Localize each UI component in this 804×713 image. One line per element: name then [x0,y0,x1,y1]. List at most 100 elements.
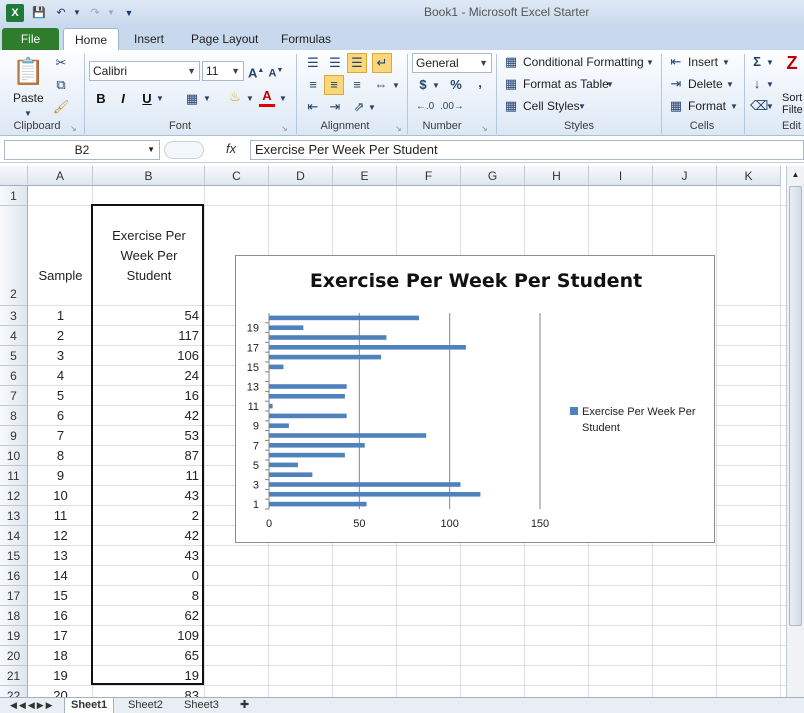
insert-cells-button[interactable]: Insert [688,55,718,69]
fill-color-dropdown-icon[interactable]: ▼ [246,90,254,108]
undo-dropdown-icon[interactable]: ▼ [68,4,86,22]
formula-input[interactable]: Exercise Per Week Per Student [250,140,804,160]
number-launcher-icon[interactable]: ↘ [481,120,488,138]
row-header-18[interactable]: 18 [0,606,28,626]
sheet-tab-2[interactable]: Sheet2 [122,698,169,713]
insert-cells-icon[interactable]: ⇤ [668,53,684,71]
fill-color-icon[interactable]: ♨ [226,88,244,106]
alignment-launcher-icon[interactable]: ↘ [395,120,402,138]
conditional-formatting-icon[interactable]: ▦ [503,53,519,71]
currency-dropdown-icon[interactable]: ▼ [432,77,440,95]
percent-button[interactable]: % [448,76,464,94]
font-color-dropdown-icon[interactable]: ▼ [279,90,287,108]
redo-dropdown-icon[interactable]: ▼ [102,4,120,22]
row-header-11[interactable]: 11 [0,466,28,486]
excel-logo-icon[interactable]: X [6,4,24,22]
tab-file[interactable]: File [2,28,59,50]
decrease-indent-icon[interactable]: ⇤ [304,98,322,116]
cell-sample[interactable]: 19 [28,666,93,686]
cell-styles-icon[interactable]: ▦ [503,97,519,115]
font-size-select[interactable]: 11 ▼ [202,61,244,81]
cell-sample[interactable]: 5 [28,386,93,406]
chevron-down-icon[interactable]: ▼ [147,141,155,159]
chevron-down-icon[interactable]: ▼ [730,98,738,116]
cell-sample[interactable]: 15 [28,586,93,606]
merge-dropdown-icon[interactable]: ▼ [392,77,400,95]
clear-dropdown-icon[interactable]: ▼ [766,98,774,116]
row-header-22[interactable]: 22 [0,686,28,697]
currency-button[interactable]: $ [416,76,430,94]
autosum-dropdown-icon[interactable]: ▼ [766,54,774,72]
cell-a2-sample-header[interactable]: Sample [28,266,93,286]
select-all-button[interactable] [0,166,28,186]
autosum-icon[interactable]: Σ [750,53,764,71]
row-header-5[interactable]: 5 [0,346,28,366]
merge-center-icon[interactable]: ⇔ [372,76,390,94]
save-icon[interactable]: 💾 [30,4,48,22]
row-header-1[interactable]: 1 [0,186,28,206]
cell-sample[interactable]: 17 [28,626,93,646]
insert-sheet-icon[interactable]: ✚ [234,698,255,713]
chevron-down-icon[interactable]: ▼ [726,76,734,94]
underline-button[interactable]: U [140,90,154,108]
increase-indent-icon[interactable]: ⇥ [326,98,344,116]
orientation-icon[interactable]: ⇗ [350,98,368,116]
customize-toolbar-icon[interactable]: ▼ [120,4,138,22]
align-right-icon[interactable]: ≡ [348,76,366,94]
conditional-formatting-button[interactable]: Conditional Formatting [523,55,644,69]
row-header-17[interactable]: 17 [0,586,28,606]
align-center-icon[interactable]: ≡ [324,75,344,95]
column-header-a[interactable]: A [28,166,93,186]
borders-icon[interactable]: ▦ [184,90,200,108]
shrink-font-icon[interactable]: A▼ [268,62,284,83]
font-name-select[interactable]: Calibri ▼ [89,61,200,81]
align-middle-icon[interactable]: ☰ [326,54,344,72]
align-top-icon[interactable]: ☰ [304,54,322,72]
chevron-down-icon[interactable]: ▼ [646,54,654,72]
increase-decimal-icon[interactable]: ←.0 [414,98,436,116]
row-header-8[interactable]: 8 [0,406,28,426]
font-color-icon[interactable]: A [259,88,275,107]
tab-insert[interactable]: Insert [124,28,174,50]
cell-sample[interactable]: 3 [28,346,93,366]
cell-sample[interactable]: 16 [28,606,93,626]
borders-dropdown-icon[interactable]: ▼ [203,90,211,108]
number-format-select[interactable]: General ▼ [412,53,492,73]
cell-sample[interactable]: 7 [28,426,93,446]
row-header-13[interactable]: 13 [0,506,28,526]
row-header-20[interactable]: 20 [0,646,28,666]
row-header-12[interactable]: 12 [0,486,28,506]
paste-button[interactable]: Paste [13,91,44,105]
row-header-14[interactable]: 14 [0,526,28,546]
row-header-21[interactable]: 21 [0,666,28,686]
format-painter-icon[interactable]: 🖌 [52,98,70,116]
sort-filter-icon[interactable]: Z [782,54,802,72]
tab-home[interactable]: Home [63,28,119,50]
cell-sample[interactable]: 14 [28,566,93,586]
tab-page-layout[interactable]: Page Layout [181,28,268,50]
row-header-4[interactable]: 4 [0,326,28,346]
orientation-dropdown-icon[interactable]: ▼ [368,99,376,117]
comma-button[interactable]: , [474,74,486,92]
chevron-down-icon[interactable]: ▼ [578,98,586,116]
formula-bar-resize-handle[interactable] [164,141,204,159]
delete-cells-button[interactable]: Delete [688,77,723,91]
row-header-2[interactable]: 2 [0,206,28,306]
name-box[interactable]: B2 ▼ [4,140,160,160]
align-bottom-icon[interactable]: ☰ [347,53,367,73]
column-header-j[interactable]: J [653,166,717,186]
fill-dropdown-icon[interactable]: ▼ [766,76,774,94]
cut-icon[interactable]: ✂ [52,54,70,72]
format-cells-button[interactable]: Format [688,99,726,113]
sheet-tab-3[interactable]: Sheet3 [178,698,225,713]
tab-formulas[interactable]: Formulas [271,28,341,50]
cell-sample[interactable]: 6 [28,406,93,426]
format-as-table-button[interactable]: Format as Table [523,77,609,91]
row-header-9[interactable]: 9 [0,426,28,446]
sort-label[interactable]: Sort [782,92,802,104]
row-header-3[interactable]: 3 [0,306,28,326]
cell-sample[interactable]: 2 [28,326,93,346]
cell-sample[interactable]: 11 [28,506,93,526]
insert-function-icon[interactable]: fx [226,141,236,156]
cell-sample[interactable]: 12 [28,526,93,546]
